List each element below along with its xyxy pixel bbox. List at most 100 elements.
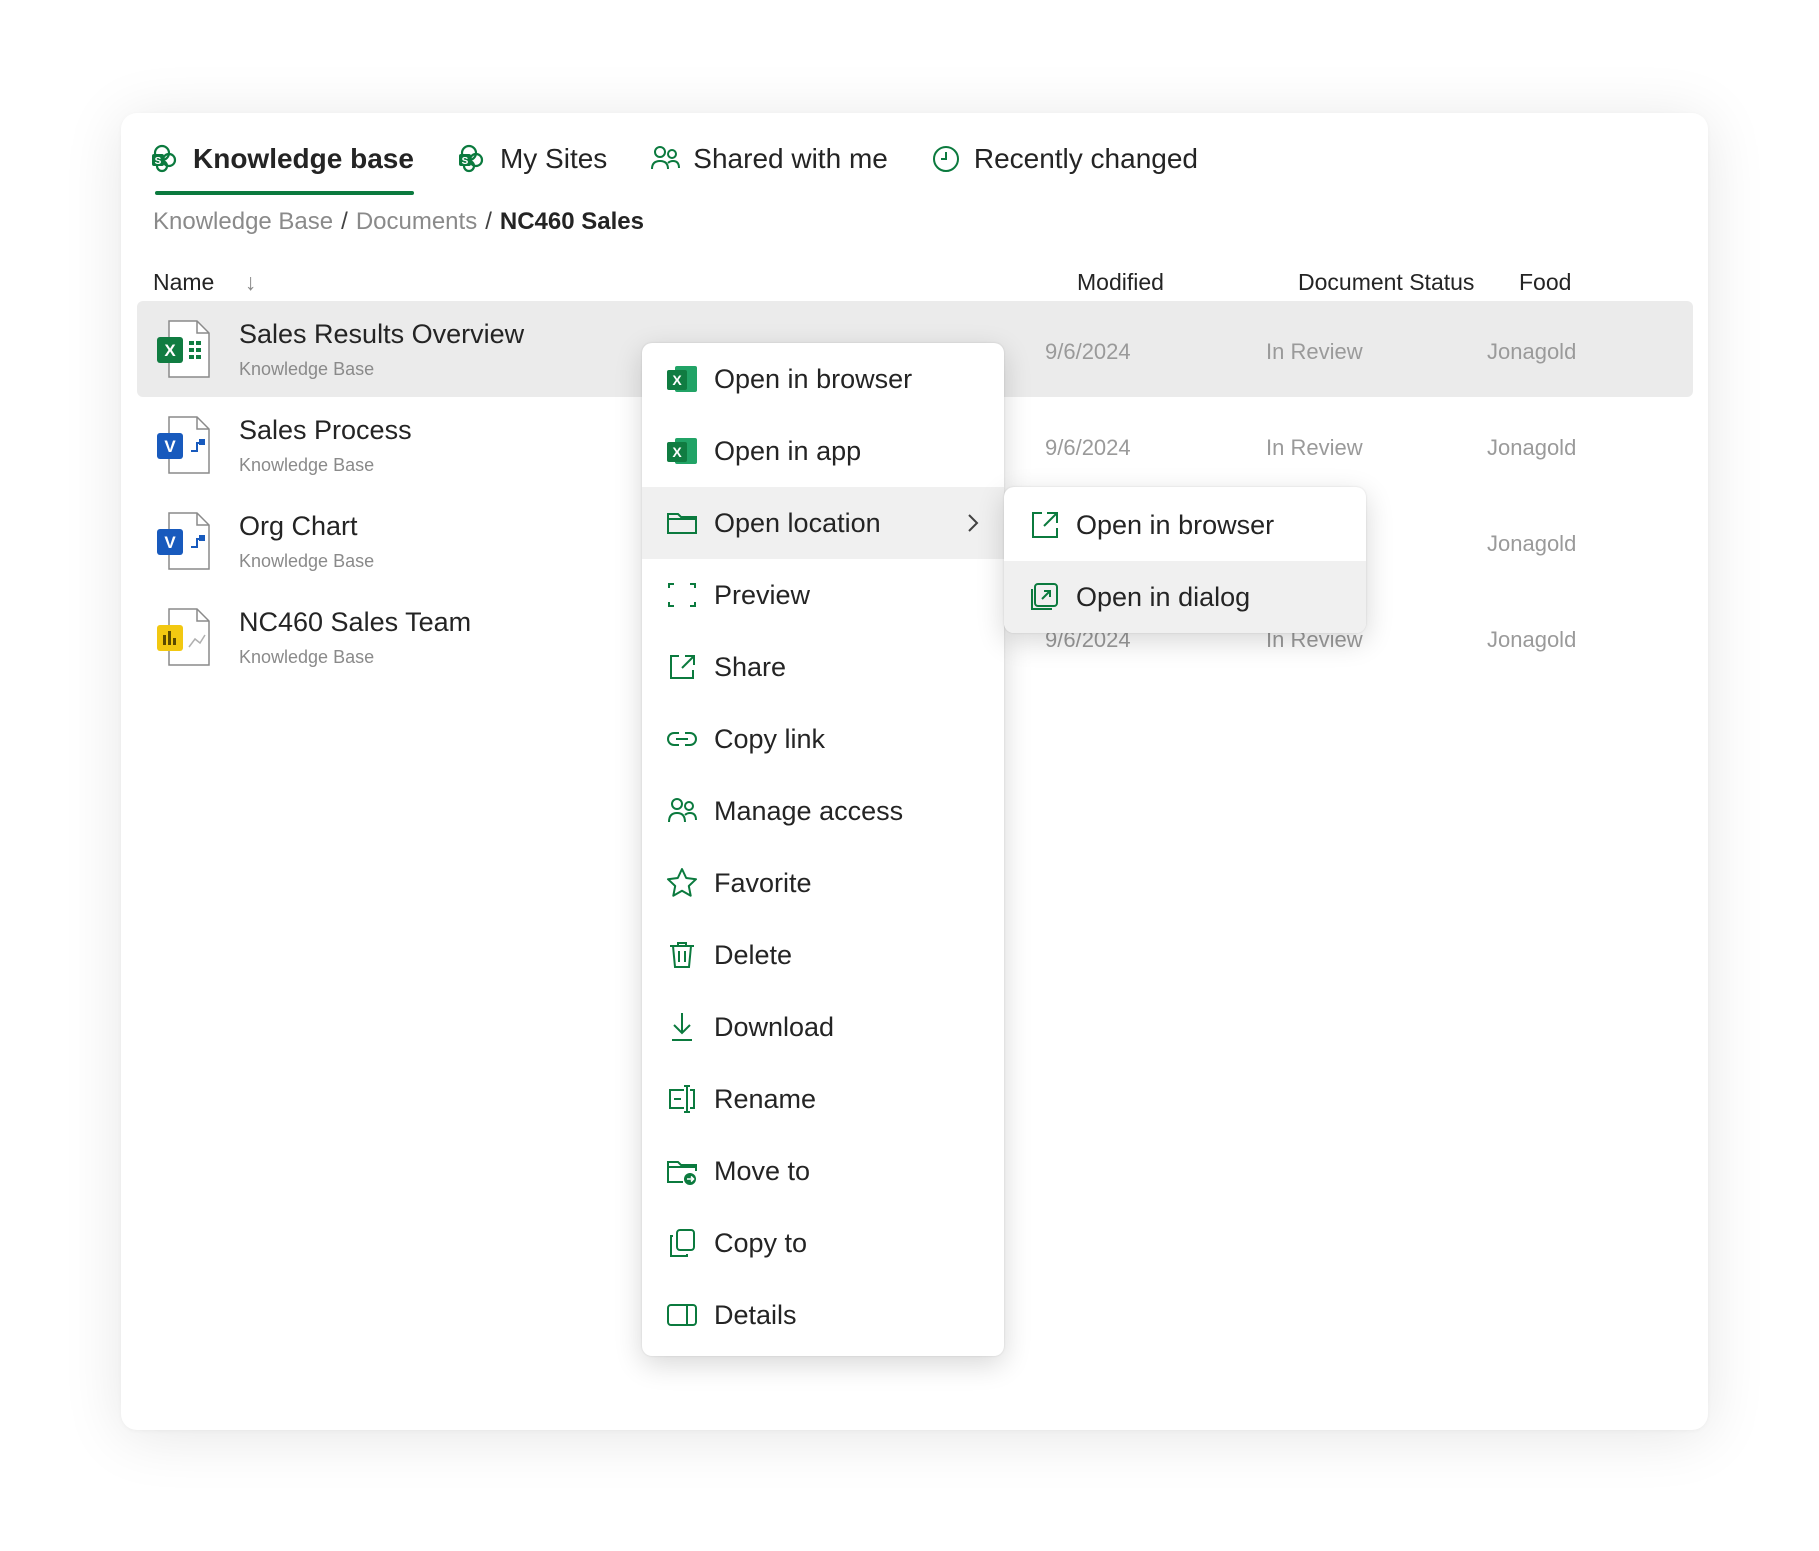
open-external-icon [1032,512,1058,538]
column-header-document-status[interactable]: Document Status [1298,269,1474,296]
menu-item-label: Delete [714,939,793,970]
people-icon [668,798,697,823]
menu-item-download[interactable]: Download [642,991,1004,1063]
cell-food: Jonagold [1487,627,1577,652]
download-icon [672,1013,692,1041]
menu-item-label: Download [714,1011,835,1042]
menu-item-label: Share [714,651,787,682]
cell-food: Jonagold [1487,339,1577,364]
file-location: Knowledge Base [239,359,375,379]
menu-item-label: Move to [714,1155,811,1186]
menu-item-label: Open in app [714,435,862,466]
tab-knowledge-base[interactable]: S Knowledge base [149,123,414,195]
menu-item-label: Open location [714,507,881,538]
open-location-submenu: Open in browser Open in dialog [1004,487,1366,633]
breadcrumb-documents[interactable]: Documents [356,208,477,236]
trash-icon [670,942,694,968]
svg-text:X: X [164,341,176,360]
svg-text:V: V [164,437,176,456]
star-icon [667,868,697,897]
menu-item-open-in-app[interactable]: X Open in app [642,415,1004,487]
menu-item-label: Favorite [714,867,812,898]
excel-icon: X [667,366,697,392]
menu-item-manage-access[interactable]: Manage access [642,775,1004,847]
share-icon [670,655,695,679]
folder-icon [667,513,697,534]
menu-item-open-in-browser[interactable]: X Open in browser [642,343,1004,415]
cell-modified: 9/6/2024 [1045,435,1131,460]
column-header-food[interactable]: Food [1519,269,1571,296]
open-dialog-icon [1031,583,1058,610]
column-header-label: Name [153,269,215,295]
file-name[interactable]: Sales Process [239,415,412,446]
menu-item-label: Preview [714,579,811,610]
visio-file-icon: V [157,416,210,474]
tab-bar: S Knowledge base S My Sites Shared with … [149,123,1240,195]
link-icon [667,732,697,746]
excel-file-icon: X [157,320,210,378]
file-name[interactable]: Sales Results Overview [239,319,524,350]
svg-text:V: V [164,533,176,552]
breadcrumb-separator: / [485,208,492,235]
menu-item-label: Open in browser [714,363,913,394]
people-icon [651,146,681,170]
menu-item-favorite[interactable]: Favorite [642,847,1004,919]
cell-food: Jonagold [1487,531,1577,556]
clock-icon [932,146,959,172]
sharepoint-icon: S [152,144,177,173]
sharepoint-icon: S [458,144,484,173]
cell-document-status: In Review [1266,435,1363,460]
menu-item-rename[interactable]: Rename [642,1063,1004,1135]
breadcrumb-separator: / [341,208,348,235]
file-name[interactable]: NC460 Sales Team [239,607,471,638]
powerbi-file-icon [157,608,210,666]
table-header: Name ↓ Modified Document Status Food [153,263,1693,303]
menu-item-details[interactable]: Details [642,1279,1004,1351]
menu-item-label: Open in browser [1076,509,1275,540]
column-header-name[interactable]: Name ↓ [153,269,256,296]
menu-item-label: Open in dialog [1076,581,1251,612]
folder-move-icon [667,1161,697,1185]
breadcrumb-current: NC460 Sales [499,208,644,235]
tab-label: Knowledge base [193,143,414,174]
column-header-modified[interactable]: Modified [1077,269,1164,296]
tab-label: Shared with me [693,143,888,174]
svg-text:X: X [672,372,682,388]
tab-label: My Sites [499,143,608,174]
menu-item-delete[interactable]: Delete [642,919,1004,991]
excel-icon: X [667,438,697,464]
preview-icon [668,583,696,607]
menu-item-copy-link[interactable]: Copy link [642,703,1004,775]
menu-item-move-to[interactable]: Move to [642,1135,1004,1207]
breadcrumb: Knowledge Base / Documents / NC460 Sales [153,208,644,236]
cell-document-status: In Review [1266,339,1363,364]
file-name[interactable]: Org Chart [239,511,358,542]
tab-my-sites[interactable]: S My Sites [456,123,607,195]
svg-text:S: S [155,156,162,167]
visio-file-icon: V [157,512,210,570]
tab-shared-with-me[interactable]: Shared with me [649,123,888,195]
submenu-item-open-in-browser[interactable]: Open in browser [1004,489,1366,561]
copy-icon [670,1229,695,1257]
details-pane-icon [667,1304,697,1326]
menu-item-open-location[interactable]: Open location [642,487,1004,559]
tab-label: Recently changed [973,143,1198,174]
tab-recently-changed[interactable]: Recently changed [930,123,1198,195]
svg-text:S: S [462,156,469,167]
chevron-right-icon [968,514,979,532]
file-location: Knowledge Base [239,647,375,667]
file-location: Knowledge Base [239,551,375,571]
context-menu: X Open in browser X Open in app Open loc… [642,343,1004,1356]
menu-item-label: Copy link [714,723,826,754]
cell-food: Jonagold [1487,435,1577,460]
menu-item-label: Details [714,1299,797,1330]
rename-icon [669,1085,695,1113]
breadcrumb-knowledge-base[interactable]: Knowledge Base [153,208,333,236]
submenu-item-open-in-dialog[interactable]: Open in dialog [1004,561,1366,633]
menu-item-preview[interactable]: Preview [642,559,1004,631]
menu-item-share[interactable]: Share [642,631,1004,703]
svg-text:X: X [672,444,682,460]
menu-item-copy-to[interactable]: Copy to [642,1207,1004,1279]
menu-item-label: Copy to [714,1227,808,1258]
sort-down-icon[interactable]: ↓ [245,269,257,296]
